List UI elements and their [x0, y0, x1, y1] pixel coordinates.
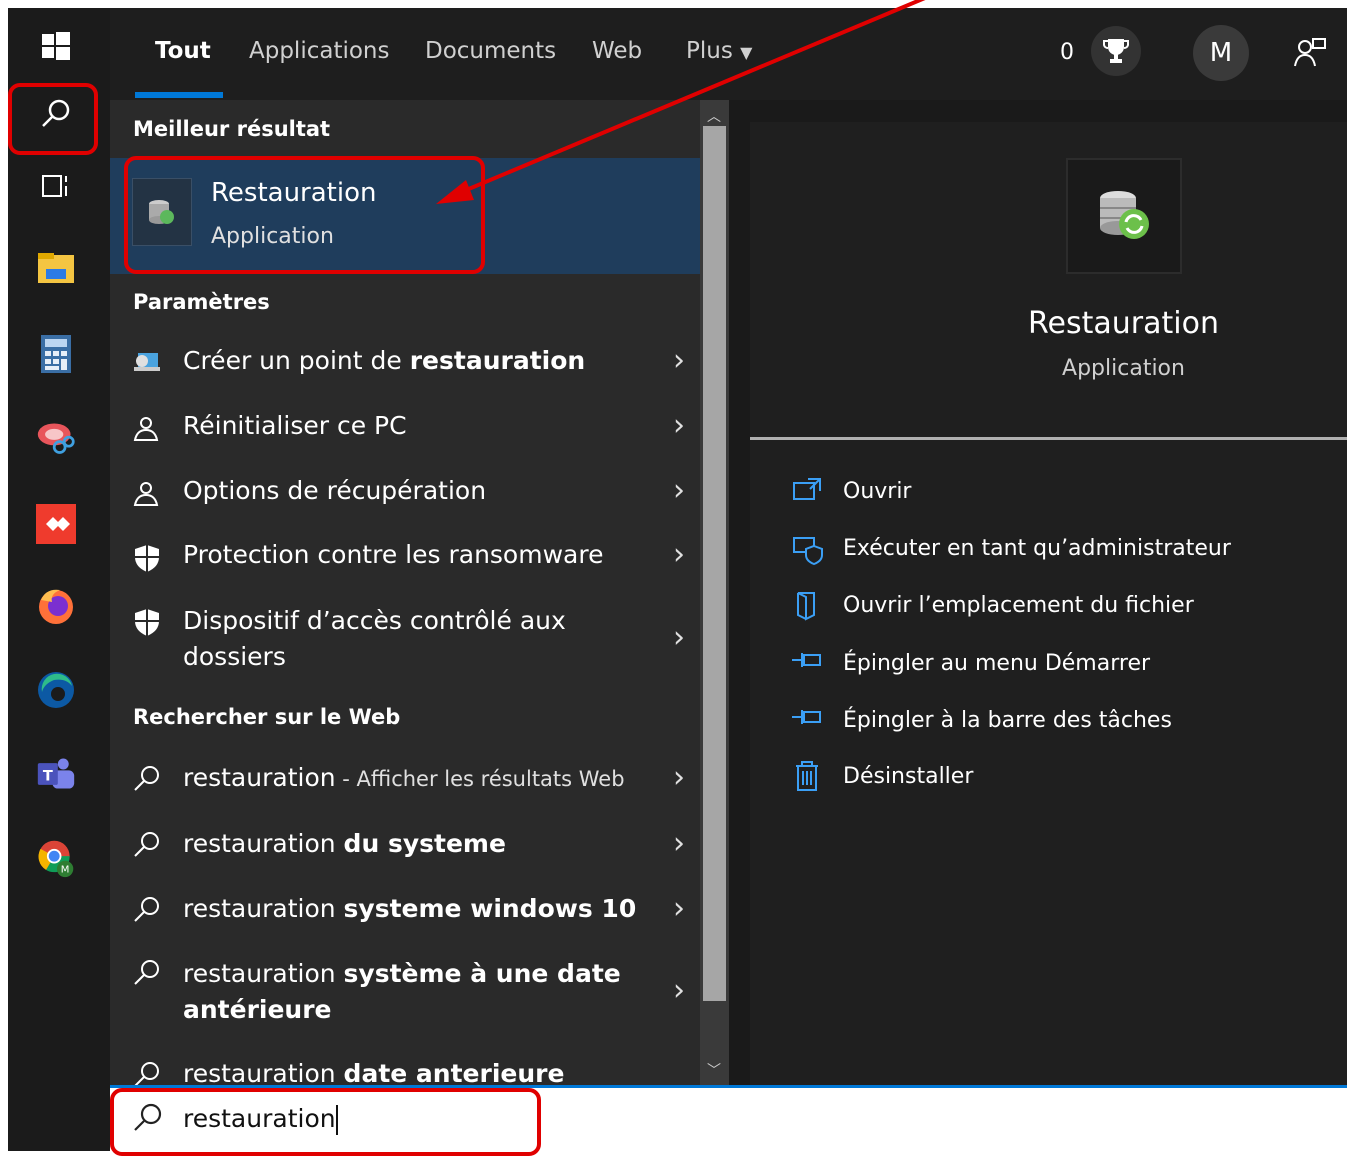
annotation-arrow: [436, 0, 926, 204]
